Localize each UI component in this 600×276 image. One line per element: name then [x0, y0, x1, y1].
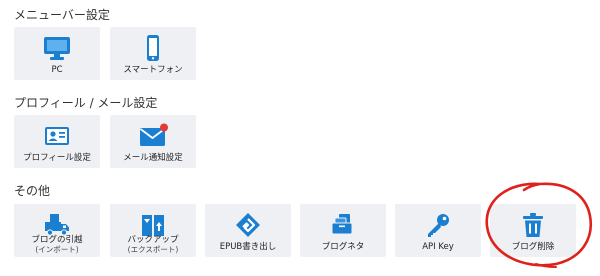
epub-icon: [233, 212, 263, 238]
id-card-icon: [42, 123, 72, 149]
tile-label: PC: [51, 65, 63, 75]
tile-label: API Key: [422, 242, 454, 252]
tile-api-key[interactable]: API Key: [395, 204, 481, 257]
settings-page: メニューバー設定 PC スマートフォン プロフィール / メール設定 プロフィー…: [0, 0, 600, 276]
tile-backup-export[interactable]: バックアップ (エクスポート): [110, 204, 196, 257]
tile-label: ブログ削除: [511, 242, 555, 252]
tile-pc[interactable]: PC: [14, 27, 100, 80]
tile-blog-topics[interactable]: ブログネタ: [300, 204, 386, 257]
tile-label: ブログの引越 (インポート): [14, 235, 100, 254]
tile-label: EPUB書き出し: [219, 242, 277, 252]
tile-blog-import[interactable]: ブログの引越 (インポート): [14, 204, 100, 257]
tile-label-sub: (インポート): [35, 245, 79, 254]
tile-label: メール通知設定: [123, 153, 183, 163]
monitor-icon: [42, 35, 72, 61]
section-title-profile-mail: プロフィール / メール設定: [14, 96, 158, 110]
mail-badge-icon: [138, 123, 168, 149]
tile-label: ブログネタ: [321, 242, 365, 252]
section-title-menubar: メニューバー設定: [14, 8, 110, 22]
tile-label-main: バックアップ: [127, 235, 179, 245]
trash-icon: [518, 212, 548, 238]
tile-profile-settings[interactable]: プロフィール設定: [14, 115, 100, 168]
section-title-other: その他: [14, 184, 51, 198]
tile-label-sub: (エクスポート): [127, 245, 179, 254]
tile-label: プロフィール設定: [23, 153, 91, 163]
smartphone-icon: [138, 35, 168, 61]
tile-mail-notification-settings[interactable]: メール通知設定: [110, 115, 196, 168]
tile-smartphone[interactable]: スマートフォン: [110, 27, 196, 80]
tile-label: スマートフォン: [123, 65, 183, 75]
key-icon: [423, 212, 453, 238]
blog-topics-icon: [328, 212, 358, 238]
tile-delete-blog[interactable]: ブログ削除: [490, 204, 576, 257]
tile-label: バックアップ (エクスポート): [110, 235, 196, 254]
tile-epub-export[interactable]: EPUB書き出し: [205, 204, 291, 257]
tile-label-main: ブログの引越: [31, 235, 83, 245]
